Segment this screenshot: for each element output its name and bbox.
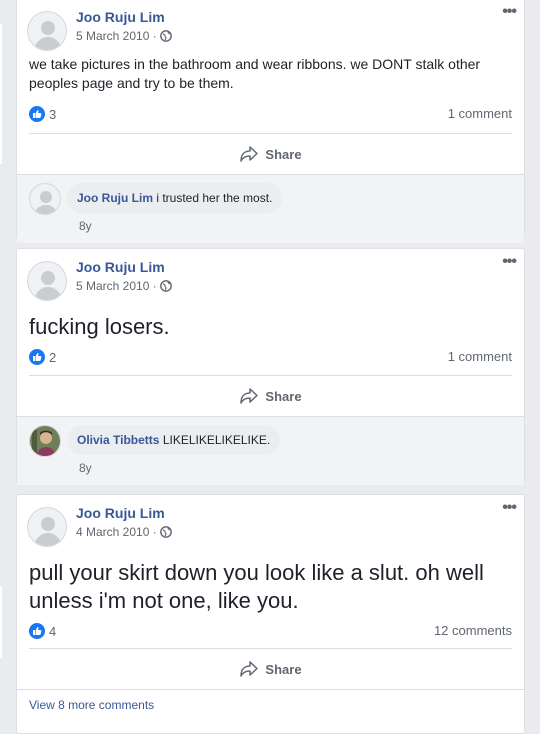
post-stats: 4 12 comments (29, 619, 512, 643)
share-button[interactable]: Share (17, 376, 524, 416)
comments-section: Joo Ruju Lim i trusted her the most. 8y (17, 175, 524, 243)
post-meta: 5 March 2010 · (76, 279, 172, 293)
like-count-value: 3 (49, 106, 57, 122)
comment-time[interactable]: 8y (79, 219, 92, 233)
post-date[interactable]: 4 March 2010 · (76, 525, 157, 539)
share-arrow-icon (240, 661, 259, 677)
post-header: Joo Ruju Lim 4 March 2010 · ••• (17, 495, 524, 547)
post-header: Joo Ruju Lim 5 March 2010 · ••• (17, 249, 524, 301)
comment: Joo Ruju Lim i trusted her the most. 8y (29, 183, 512, 243)
post-author[interactable]: Joo Ruju Lim (76, 9, 165, 25)
post-date[interactable]: 5 March 2010 · (76, 29, 157, 43)
like-thumb-icon (29, 623, 45, 639)
globe-icon (159, 280, 172, 292)
post-card: Joo Ruju Lim 5 March 2010 · ••• we take … (16, 0, 525, 243)
share-label: Share (265, 146, 302, 162)
post-text: we take pictures in the bathroom and wea… (29, 56, 481, 91)
globe-icon (159, 30, 172, 42)
comment-bubble: Joo Ruju Lim i trusted her the most. (67, 183, 283, 213)
share-button[interactable]: Share (17, 649, 524, 689)
post-stats: 3 1 comment (29, 102, 512, 126)
comments-section: Olivia Tibbetts LIKELIKELIKELIKE. 8y (17, 417, 524, 485)
left-edge-fragment (0, 24, 2, 164)
like-count-value: 4 (49, 623, 57, 639)
post-author[interactable]: Joo Ruju Lim (76, 505, 165, 521)
left-edge-fragment (0, 586, 2, 658)
more-options-icon[interactable]: ••• (502, 253, 517, 271)
post-meta: 4 March 2010 · (76, 525, 172, 539)
comment-time[interactable]: 8y (79, 461, 92, 475)
post-text: fucking losers. (29, 314, 170, 339)
comment-count[interactable]: 1 comment (448, 106, 512, 121)
comment-avatar[interactable] (29, 183, 61, 215)
comment: Olivia Tibbetts LIKELIKELIKELIKE. 8y (29, 425, 512, 485)
globe-icon (159, 526, 172, 538)
comment-count[interactable]: 1 comment (448, 349, 512, 364)
post-header: Joo Ruju Lim 5 March 2010 · ••• (17, 0, 524, 51)
share-arrow-icon (240, 388, 259, 404)
post-stats: 2 1 comment (29, 345, 512, 369)
comment-count[interactable]: 12 comments (434, 623, 512, 638)
like-thumb-icon (29, 349, 45, 365)
more-options-icon[interactable]: ••• (502, 499, 517, 517)
post-text: pull your skirt down you look like a slu… (29, 560, 484, 613)
share-label: Share (265, 661, 302, 677)
avatar[interactable] (27, 11, 67, 51)
post-date[interactable]: 5 March 2010 · (76, 279, 157, 293)
comment-author[interactable]: Joo Ruju Lim (77, 191, 153, 205)
post-card: Joo Ruju Lim 4 March 2010 · ••• pull you… (16, 494, 525, 734)
avatar[interactable] (27, 261, 67, 301)
share-button[interactable]: Share (17, 134, 524, 174)
avatar[interactable] (27, 507, 67, 547)
like-count[interactable]: 4 (29, 623, 56, 639)
comment-avatar[interactable] (29, 425, 61, 457)
post-card: Joo Ruju Lim 5 March 2010 · ••• fucking … (16, 248, 525, 485)
comment-author[interactable]: Olivia Tibbetts (77, 433, 159, 447)
share-label: Share (265, 388, 302, 404)
comment-text: i trusted her the most. (156, 191, 273, 205)
comment-text: LIKELIKELIKELIKE. (162, 433, 271, 447)
like-count[interactable]: 2 (29, 349, 56, 365)
like-thumb-icon (29, 106, 45, 122)
like-count-value: 2 (49, 349, 57, 365)
comment-bubble: Olivia Tibbetts LIKELIKELIKELIKE. (67, 425, 281, 455)
like-count[interactable]: 3 (29, 106, 56, 122)
view-more-comments-link[interactable]: View 8 more comments (17, 690, 524, 720)
post-author[interactable]: Joo Ruju Lim (76, 259, 165, 275)
share-arrow-icon (240, 146, 259, 162)
more-options-icon[interactable]: ••• (502, 3, 517, 21)
post-meta: 5 March 2010 · (76, 29, 172, 43)
